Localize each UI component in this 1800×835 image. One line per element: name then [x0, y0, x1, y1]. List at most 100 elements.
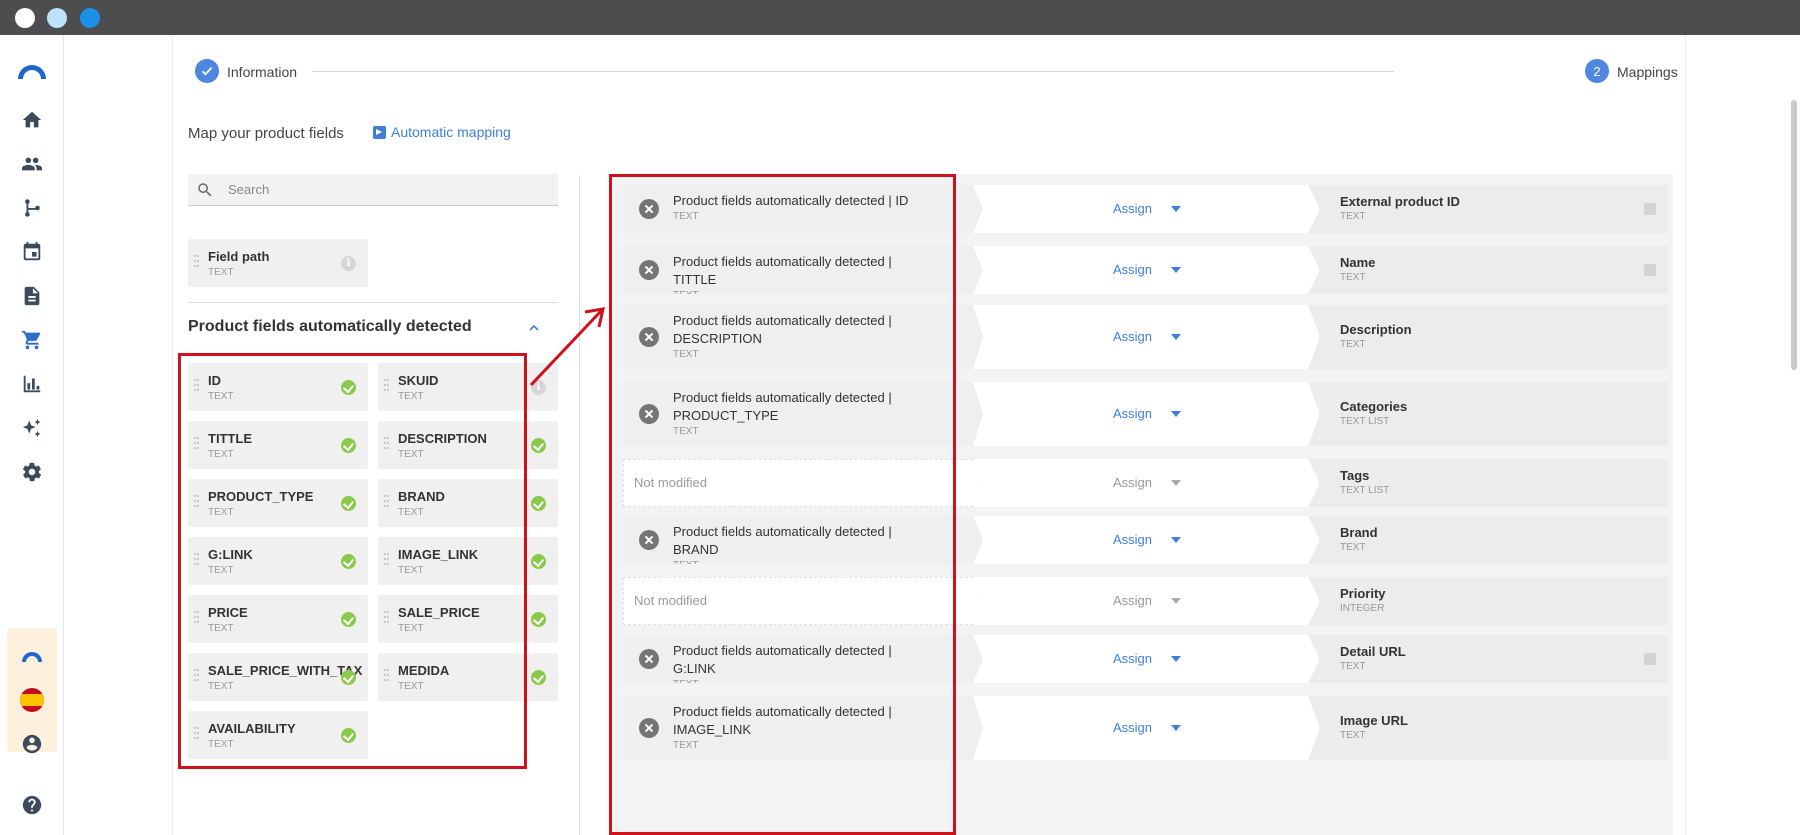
mapping-target: Description TEXT [1308, 305, 1668, 369]
field-chip-field-path[interactable]: Field path TEXT [188, 239, 368, 287]
flow-branch-icon[interactable] [20, 196, 44, 220]
step1-check-icon[interactable] [195, 59, 219, 83]
chevron-down-icon[interactable] [1171, 480, 1181, 486]
mapping-source[interactable]: Product fields automatically detected | … [623, 246, 983, 294]
step1-label[interactable]: Information [227, 64, 297, 80]
help-icon[interactable] [20, 793, 44, 817]
calendar-icon[interactable] [20, 240, 44, 264]
field-name: G:LINK [208, 547, 253, 562]
check-circle-icon [531, 670, 546, 685]
field-chip[interactable]: G:LINK TEXT [188, 537, 368, 585]
window-maximize-button[interactable] [80, 8, 100, 28]
assign-dropdown[interactable]: Assign [1113, 532, 1152, 547]
assign-dropdown[interactable]: Assign [1113, 720, 1152, 735]
bar-chart-icon[interactable] [20, 372, 44, 396]
drag-handle-icon[interactable] [194, 727, 200, 743]
field-chip[interactable]: BRAND TEXT [378, 479, 558, 527]
window-minimize-button[interactable] [47, 8, 67, 28]
drag-handle-icon[interactable] [194, 669, 200, 685]
step2-number[interactable]: 2 [1585, 59, 1609, 83]
mapping-source[interactable]: Product fields automatically detected | … [623, 516, 983, 564]
chevron-up-icon[interactable] [528, 322, 540, 334]
chevron-down-icon[interactable] [1171, 656, 1181, 662]
mapping-source-empty[interactable]: Not modified [623, 577, 983, 625]
assign-dropdown[interactable]: Assign [1113, 475, 1152, 490]
field-chip[interactable]: MEDIDA TEXT [378, 653, 558, 701]
step2-label[interactable]: Mappings [1617, 64, 1678, 80]
drag-handle-icon[interactable] [194, 553, 200, 569]
users-icon[interactable] [20, 152, 44, 176]
field-chip[interactable]: DESCRIPTION TEXT [378, 421, 558, 469]
assign-dropdown[interactable]: Assign [1113, 262, 1152, 277]
assign-dropdown[interactable]: Assign [1113, 651, 1152, 666]
field-chip[interactable]: IMAGE_LINK TEXT [378, 537, 558, 585]
remove-mapping-icon[interactable] [639, 530, 659, 550]
page-scrollbar[interactable] [1791, 100, 1797, 370]
chevron-down-icon[interactable] [1171, 206, 1181, 212]
remove-mapping-icon[interactable] [639, 404, 659, 424]
chevron-down-icon[interactable] [1171, 725, 1181, 731]
search-box[interactable] [188, 174, 558, 206]
mapping-source[interactable]: Product fields automatically detected | … [623, 635, 983, 683]
drag-handle-icon[interactable] [194, 495, 200, 511]
settings-gear-icon[interactable] [20, 460, 44, 484]
not-modified-label: Not modified [634, 593, 707, 608]
drag-handle-icon[interactable] [384, 495, 390, 511]
automatic-mapping-link[interactable]: Automatic mapping [373, 124, 511, 140]
check-circle-icon [341, 496, 356, 511]
chevron-down-icon[interactable] [1171, 267, 1181, 273]
mapping-source[interactable]: Product fields automatically detected | D… [623, 305, 983, 369]
info-icon[interactable] [341, 256, 356, 271]
remove-mapping-icon[interactable] [639, 718, 659, 738]
field-chip[interactable]: PRICE TEXT [188, 595, 368, 643]
home-icon[interactable] [20, 108, 44, 132]
shopping-cart-icon[interactable] [20, 328, 44, 352]
chevron-down-icon[interactable] [1171, 334, 1181, 340]
assign-dropdown[interactable]: Assign [1113, 406, 1152, 421]
chevron-down-icon[interactable] [1171, 537, 1181, 543]
assign-dropdown[interactable]: Assign [1113, 329, 1152, 344]
drag-handle-icon[interactable] [194, 437, 200, 453]
mapping-source-empty[interactable]: Not modified [623, 459, 983, 507]
mapping-source[interactable]: Product fields automatically detected | P… [623, 382, 983, 446]
document-icon[interactable] [20, 284, 44, 308]
assign-dropdown[interactable]: Assign [1113, 593, 1152, 608]
remove-mapping-icon[interactable] [639, 327, 659, 347]
field-chip[interactable]: SALE_PRICE TEXT [378, 595, 558, 643]
remove-mapping-icon[interactable] [639, 649, 659, 669]
field-chip[interactable]: SALE_PRICE_WITH_TAX TEXT [188, 653, 368, 701]
field-chip[interactable]: PRODUCT_TYPE TEXT [188, 479, 368, 527]
drag-handle-icon[interactable] [384, 379, 390, 395]
user-account-icon[interactable] [20, 732, 44, 756]
drag-handle-icon[interactable] [194, 379, 200, 395]
sidebar-rail [0, 35, 64, 835]
mapping-target: Brand TEXT [1308, 516, 1668, 564]
mapping-row: Assign Product fields automatically detec… [623, 185, 1668, 233]
drag-handle-icon[interactable] [384, 553, 390, 569]
chevron-down-icon[interactable] [1171, 411, 1181, 417]
mapping-source[interactable]: Product fields automatically detected | I… [623, 696, 983, 760]
field-chip[interactable]: ID TEXT [188, 363, 368, 411]
chevron-down-icon[interactable] [1171, 598, 1181, 604]
source-field-label: Product fields automatically detected | [673, 704, 892, 719]
drag-handle-icon[interactable] [194, 255, 200, 271]
assign-dropdown[interactable]: Assign [1113, 201, 1152, 216]
remove-mapping-icon[interactable] [639, 260, 659, 280]
app-logo-icon[interactable] [16, 55, 48, 87]
mapping-source[interactable]: Product fields automatically detected | … [623, 185, 983, 233]
search-input[interactable] [228, 182, 528, 197]
sparkles-icon[interactable] [20, 416, 44, 440]
drag-handle-icon[interactable] [384, 669, 390, 685]
info-icon[interactable] [1644, 264, 1656, 276]
info-icon[interactable] [1644, 203, 1656, 215]
remove-mapping-icon[interactable] [639, 199, 659, 219]
field-chip[interactable]: TITTLE TEXT [188, 421, 368, 469]
field-chip[interactable]: SKUID TEXT [378, 363, 558, 411]
drag-handle-icon[interactable] [384, 437, 390, 453]
info-icon[interactable] [1644, 653, 1656, 665]
drag-handle-icon[interactable] [194, 611, 200, 627]
source-field-label: Product fields automatically detected | … [673, 254, 892, 287]
window-close-button[interactable] [15, 8, 35, 28]
field-chip[interactable]: AVAILABILITY TEXT [188, 711, 368, 759]
drag-handle-icon[interactable] [384, 611, 390, 627]
